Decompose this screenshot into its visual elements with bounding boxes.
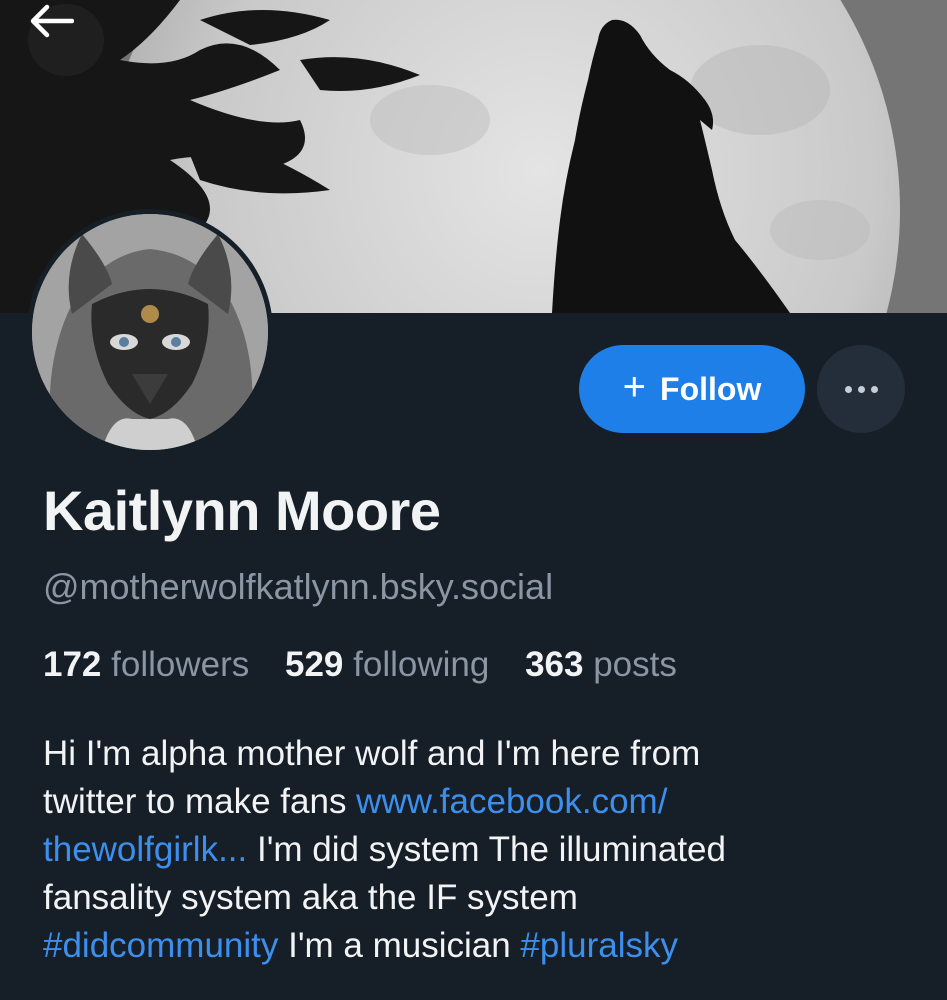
- profile-bio: Hi I'm alpha mother wolf and I'm here fr…: [43, 730, 923, 970]
- bio-line: thewolfgirlk... I'm did system The illum…: [43, 826, 923, 874]
- profile-page: + Follow Kaitlynn Moore @motherwolfkatly…: [0, 0, 947, 1000]
- bio-line: Hi I'm alpha mother wolf and I'm here fr…: [43, 734, 701, 773]
- bio-line: #didcommunity I'm a musician #pluralsky: [43, 922, 923, 970]
- follow-label: Follow: [660, 370, 762, 407]
- followers-count: 172: [43, 645, 102, 684]
- hashtag-link[interactable]: #pluralsky: [520, 926, 678, 965]
- more-options-button[interactable]: [817, 345, 905, 433]
- bio-line: fansality system aka the IF system: [43, 878, 578, 917]
- posts-label: posts: [593, 645, 677, 684]
- bio-text: I'm did system The illuminated: [247, 830, 726, 869]
- following-label: following: [353, 645, 490, 684]
- following-count: 529: [284, 645, 344, 684]
- arrow-left-icon: [30, 4, 74, 38]
- profile-stats: 172 followers 529 following 363 posts: [43, 645, 703, 685]
- posts-count: 363: [525, 645, 584, 684]
- bio-line: twitter to make fans www.facebook.com/: [43, 778, 923, 826]
- bio-text: twitter to make fans: [43, 782, 357, 821]
- ellipsis-icon: [844, 385, 878, 393]
- bio-link[interactable]: thewolfgirlk...: [43, 830, 247, 869]
- plus-icon: +: [622, 365, 647, 409]
- avatar-image: [32, 214, 268, 450]
- followers-stat[interactable]: 172 followers: [43, 645, 249, 684]
- bio-text: I'm a musician: [278, 926, 521, 965]
- posts-stat: 363 posts: [525, 645, 677, 684]
- hashtag-link[interactable]: #didcommunity: [43, 926, 278, 965]
- avatar[interactable]: [27, 209, 273, 455]
- bio-link[interactable]: www.facebook.com/: [356, 782, 667, 821]
- following-stat[interactable]: 529 following: [285, 645, 489, 684]
- followers-label: followers: [111, 645, 250, 684]
- display-name: Kaitlynn Moore: [43, 479, 441, 542]
- profile-handle: @motherwolfkatlynn.bsky.social: [43, 566, 554, 607]
- back-button[interactable]: [28, 4, 104, 76]
- follow-button[interactable]: + Follow: [579, 345, 805, 433]
